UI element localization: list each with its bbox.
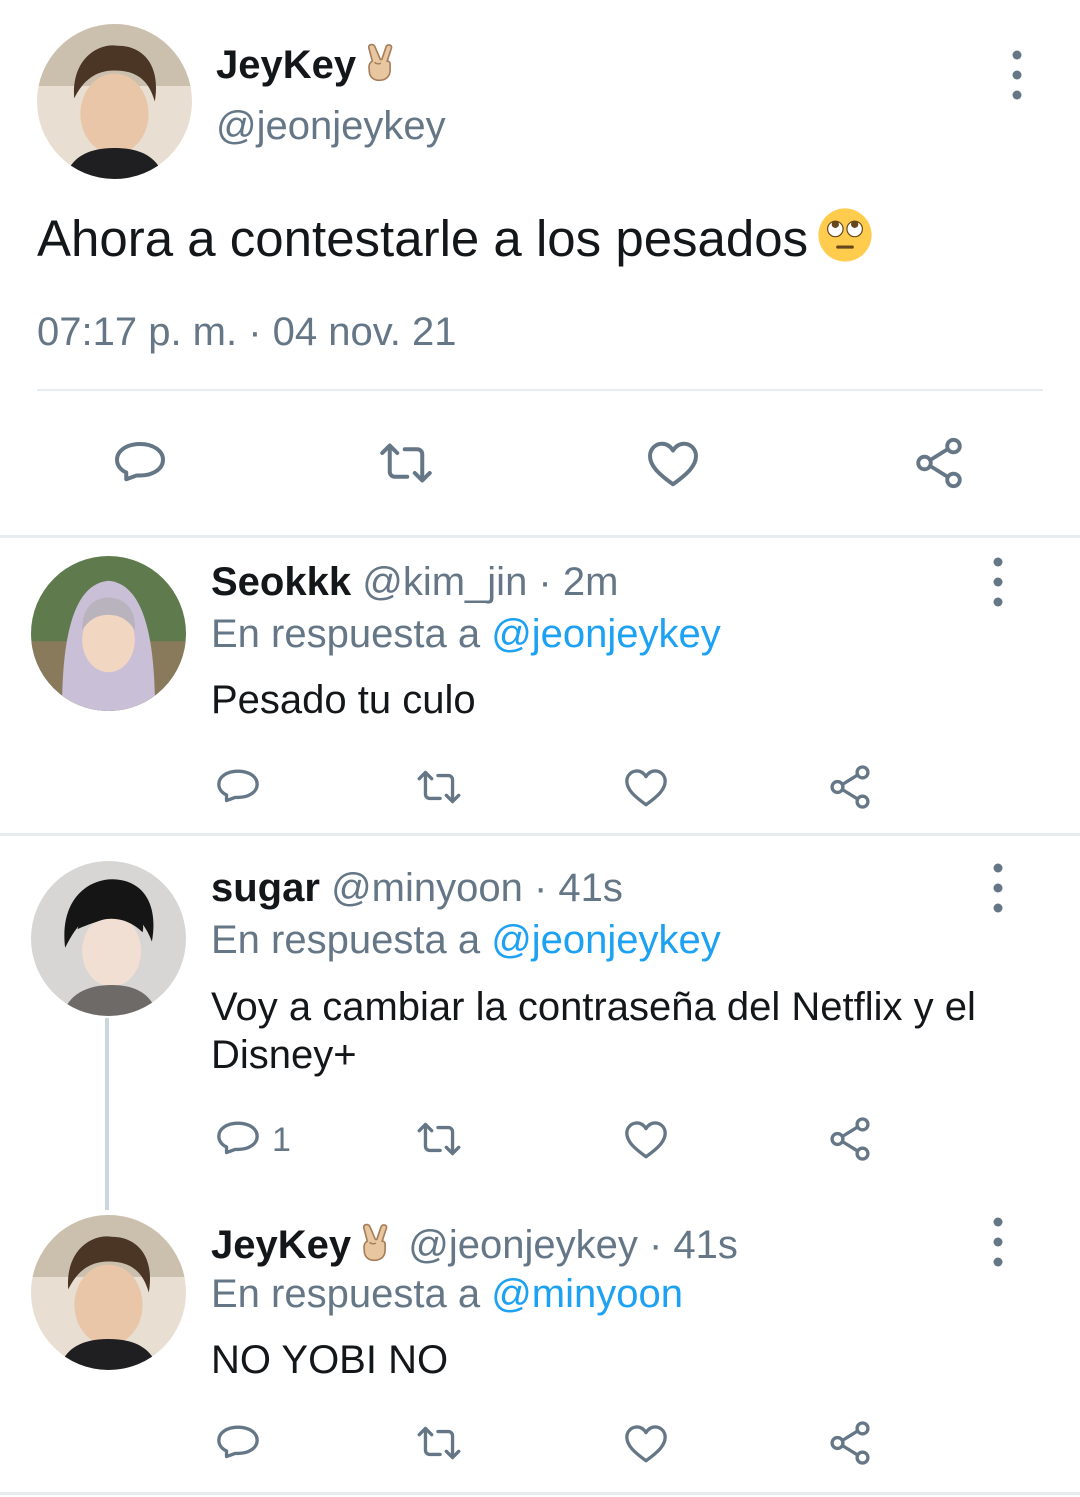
retweet-icon[interactable] <box>412 1418 466 1468</box>
reply-header: Seokkk @kim_jin · 2m <box>211 560 618 605</box>
reply-icon[interactable] <box>213 762 263 812</box>
tweet-text: Ahora a contestarle a los pesados <box>37 206 874 268</box>
reply-text: NO YOBI NO <box>211 1338 449 1382</box>
reply-handle-time[interactable]: @minyoon · 41s <box>331 866 623 910</box>
tweet-timestamp[interactable]: 07:17 p. m. · 04 nov. 21 <box>37 310 457 355</box>
author-name-text: JeyKey <box>216 43 357 87</box>
reply-author-name[interactable]: JeyKey <box>211 1223 351 1267</box>
share-icon[interactable] <box>825 1418 875 1468</box>
like-icon[interactable] <box>620 762 672 812</box>
share-icon[interactable] <box>910 434 968 492</box>
divider <box>37 389 1043 391</box>
like-icon[interactable] <box>620 1114 672 1164</box>
face-with-rolling-eyes-icon <box>816 206 874 264</box>
reply-prefix: En respuesta a <box>211 918 481 962</box>
reply-prefix: En respuesta a <box>211 1272 481 1316</box>
reply-context: En respuesta a @minyoon <box>211 1272 683 1317</box>
divider <box>0 833 1080 836</box>
reply-author-name[interactable]: Seokkk <box>211 560 351 604</box>
author-name[interactable]: JeyKey <box>216 40 402 88</box>
reply-mention-link[interactable]: @jeonjeykey <box>491 612 721 656</box>
more-options-icon[interactable] <box>1007 40 1027 110</box>
reply-header: JeyKey @jeonjeykey · 41s <box>211 1220 738 1268</box>
reply-icon[interactable] <box>213 1418 263 1468</box>
reply-count: 1 <box>272 1121 291 1159</box>
reply-handle-time[interactable]: @jeonjeykey · 41s <box>408 1223 738 1267</box>
reply-icon[interactable] <box>110 433 170 493</box>
victory-hand-icon <box>353 1220 397 1264</box>
divider <box>0 1492 1080 1495</box>
thread-connector-line <box>105 1018 109 1210</box>
retweet-icon[interactable] <box>374 433 438 493</box>
reply-context: En respuesta a @jeonjeykey <box>211 612 721 657</box>
reply-icon[interactable] <box>213 1114 263 1164</box>
reply-text: Pesado tu culo <box>211 678 476 722</box>
retweet-icon[interactable] <box>412 1114 466 1164</box>
reply-context: En respuesta a @jeonjeykey <box>211 918 721 963</box>
tweet-text-content: Ahora a contestarle a los pesados <box>37 210 809 267</box>
share-icon[interactable] <box>825 1114 875 1164</box>
like-icon[interactable] <box>642 433 704 493</box>
more-options-icon[interactable] <box>988 853 1008 923</box>
reply-avatar[interactable] <box>31 861 186 1016</box>
more-options-icon[interactable] <box>988 1207 1008 1277</box>
reply-avatar[interactable] <box>31 556 186 711</box>
reply-mention-link[interactable]: @minyoon <box>491 1272 683 1316</box>
more-options-icon[interactable] <box>988 547 1008 617</box>
divider <box>0 535 1080 538</box>
like-icon[interactable] <box>620 1418 672 1468</box>
reply-avatar[interactable] <box>31 1215 186 1370</box>
reply-mention-link[interactable]: @jeonjeykey <box>491 918 721 962</box>
reply-header: sugar @minyoon · 41s <box>211 866 623 911</box>
retweet-icon[interactable] <box>412 762 466 812</box>
reply-author-name[interactable]: sugar <box>211 866 320 910</box>
author-avatar[interactable] <box>37 24 192 179</box>
victory-hand-icon <box>358 40 402 84</box>
reply-text: Voy a cambiar la contraseña del Netflix … <box>211 985 976 1077</box>
reply-prefix: En respuesta a <box>211 612 481 656</box>
reply-handle-time[interactable]: @kim_jin · 2m <box>362 560 618 604</box>
share-icon[interactable] <box>825 762 875 812</box>
author-handle[interactable]: @jeonjeykey <box>216 104 446 149</box>
